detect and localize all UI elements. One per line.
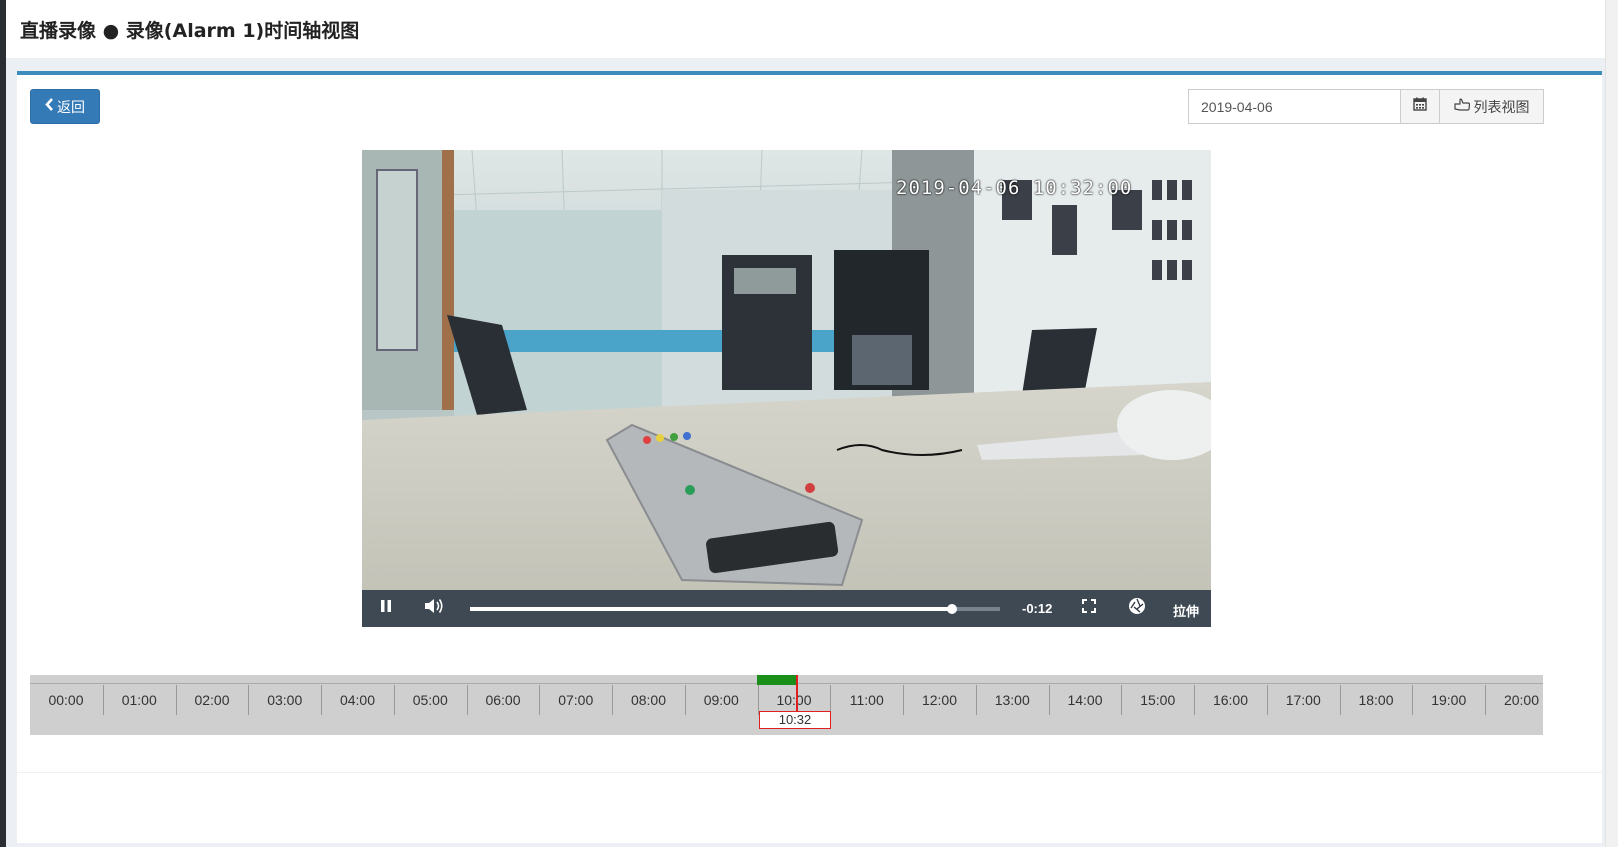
progress-bar[interactable] — [470, 604, 1000, 614]
stretch-button[interactable]: 拉伸 — [1173, 601, 1199, 620]
timeline-hour[interactable]: 15:00 — [1121, 685, 1193, 715]
video-control-bar: -0:12 拉伸 — [362, 590, 1211, 627]
remaining-time: -0:12 — [1022, 601, 1053, 616]
timeline-hour[interactable]: 07:00 — [539, 685, 611, 715]
timeline-hour[interactable]: 17:00 — [1266, 685, 1339, 715]
date-picker-group: 列表视图 — [1188, 89, 1544, 124]
osd-timestamp: 2019-04-06 10:32:00 — [896, 177, 1133, 199]
hand-pointer-icon — [1453, 98, 1474, 115]
timeline-hour[interactable]: 18:00 — [1339, 685, 1412, 715]
pause-button[interactable] — [370, 590, 402, 627]
bottom-separator — [17, 772, 1602, 773]
page-scrollbar[interactable] — [1605, 0, 1618, 847]
snapshot-icon — [1128, 597, 1146, 620]
chevron-left-icon — [45, 98, 54, 115]
timeline-hour[interactable]: 06:00 — [466, 685, 539, 715]
timeline-hour[interactable]: 20:00 — [1485, 685, 1543, 715]
pause-icon — [380, 599, 392, 618]
record-segment[interactable] — [757, 675, 797, 685]
progress-fill — [470, 607, 953, 611]
calendar-button[interactable] — [1400, 89, 1440, 124]
timeline-hour[interactable]: 14:00 — [1048, 685, 1121, 715]
list-view-label: 列表视图 — [1473, 99, 1530, 116]
snapshot-button[interactable] — [1122, 590, 1152, 627]
back-button[interactable]: 返回 — [30, 89, 100, 124]
timeline-hour[interactable]: 03:00 — [248, 685, 320, 715]
page-title: 直播录像 ● 录像(Alarm 1)时间轴视图 — [20, 20, 360, 42]
timeline-hour[interactable]: 16:00 — [1194, 685, 1266, 715]
timeline-hour[interactable]: 12:00 — [903, 685, 975, 715]
volume-button[interactable] — [418, 590, 450, 627]
timeline-hour[interactable]: 11:00 — [830, 685, 902, 715]
timeline-hour[interactable]: 00:00 — [30, 685, 102, 715]
page-header: 直播录像 ● 录像(Alarm 1)时间轴视图 — [6, 0, 1606, 58]
fullscreen-button[interactable] — [1074, 590, 1104, 627]
timeline-hour[interactable]: 09:00 — [684, 685, 757, 715]
left-edge — [0, 0, 6, 847]
timeline-panel: 返回 列表视图 — [17, 71, 1602, 843]
timeline-bar[interactable]: 00:00 01:00 02:00 03:00 04:00 05:00 06:00 07:00… — [30, 675, 1543, 735]
timeline-hour[interactable]: 01:00 — [102, 685, 175, 715]
calendar-icon — [1413, 97, 1427, 116]
timeline-hour[interactable]: 08:00 — [612, 685, 684, 715]
video-frame — [362, 150, 1211, 590]
timeline-hour[interactable]: 02:00 — [175, 685, 248, 715]
timeline-hour[interactable]: 04:00 — [321, 685, 393, 715]
volume-icon — [424, 598, 444, 619]
current-time-label: 10:32 — [759, 711, 831, 729]
date-input[interactable] — [1188, 89, 1400, 124]
back-button-label: 返回 — [57, 99, 85, 116]
list-view-button[interactable]: 列表视图 — [1440, 89, 1544, 124]
fullscreen-icon — [1082, 599, 1096, 618]
progress-knob[interactable] — [947, 604, 958, 614]
timeline-hour[interactable]: 13:00 — [975, 685, 1048, 715]
timeline-hour[interactable]: 19:00 — [1412, 685, 1484, 715]
timeline-cursor[interactable] — [796, 675, 798, 712]
video-player[interactable]: 2019-04-06 10:32:00 -0:12 拉伸 — [362, 150, 1211, 627]
timeline-hour[interactable]: 05:00 — [393, 685, 466, 715]
